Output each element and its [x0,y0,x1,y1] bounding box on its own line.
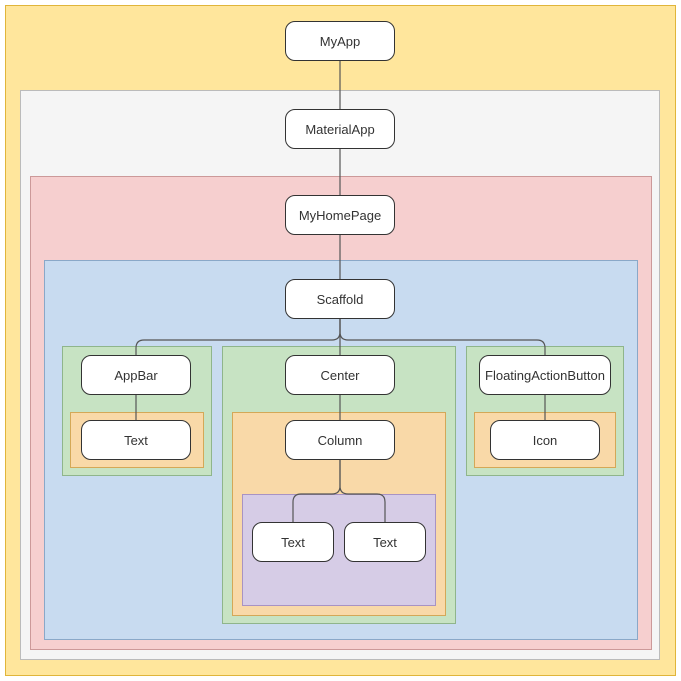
node-appbar-text: Text [81,420,191,460]
node-fab: FloatingActionButton [479,355,611,395]
node-center: Center [285,355,395,395]
label-text1: Text [281,535,305,550]
node-scaffold: Scaffold [285,279,395,319]
node-appbar: AppBar [81,355,191,395]
node-text1: Text [252,522,334,562]
diagram-canvas: MyApp MaterialApp MyHomePage Scaffold Ap… [0,0,681,681]
label-scaffold: Scaffold [317,292,364,307]
node-column: Column [285,420,395,460]
label-myhomepage: MyHomePage [299,208,381,223]
label-fab: FloatingActionButton [485,368,605,383]
label-appbar-text: Text [124,433,148,448]
node-myhomepage: MyHomePage [285,195,395,235]
label-myapp: MyApp [320,34,360,49]
label-center: Center [320,368,359,383]
node-myapp: MyApp [285,21,395,61]
node-materialapp: MaterialApp [285,109,395,149]
node-fab-icon: Icon [490,420,600,460]
label-materialapp: MaterialApp [305,122,374,137]
label-column: Column [318,433,363,448]
node-text2: Text [344,522,426,562]
label-appbar: AppBar [114,368,157,383]
label-fab-icon: Icon [533,433,558,448]
label-text2: Text [373,535,397,550]
